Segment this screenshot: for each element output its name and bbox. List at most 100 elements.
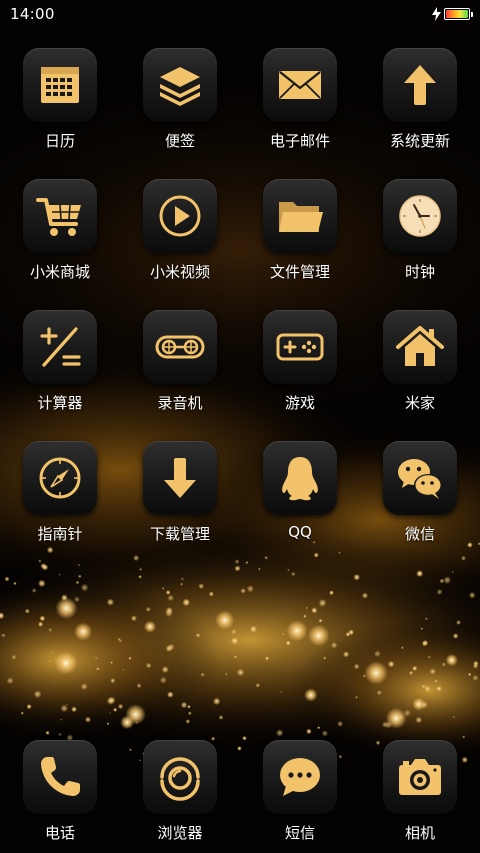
wallpaper-flare	[364, 661, 389, 685]
app-label: 指南针	[37, 525, 83, 543]
wallpaper-sparkle	[353, 573, 361, 581]
wallpaper-sparkle	[110, 678, 116, 684]
wallpaper-sparkle	[80, 683, 88, 690]
dock-browser[interactable]: 浏览器	[120, 740, 240, 843]
download-arrow-icon	[164, 458, 196, 498]
wallpaper-flare	[445, 654, 458, 667]
wallpaper-sparkle	[285, 640, 291, 646]
home-icon	[396, 326, 444, 366]
calculator-icon	[40, 327, 81, 367]
app-label: 便签	[164, 132, 195, 150]
wallpaper-sparkle	[159, 676, 167, 684]
app-row-4: 指南针 下载管理 QQ 微信	[0, 441, 480, 572]
wallpaper-sparkle	[187, 711, 192, 716]
wallpaper-sparkle	[130, 615, 137, 622]
wallpaper-sparkle	[276, 729, 284, 737]
app-file-manager[interactable]: 文件管理	[240, 179, 360, 310]
app-mi-home[interactable]: 米家	[360, 310, 480, 441]
wallpaper-sparkle	[353, 663, 360, 670]
app-tile[interactable]	[263, 48, 337, 122]
app-label: 浏览器	[157, 824, 203, 842]
app-tile[interactable]	[143, 179, 217, 253]
arrow-up-icon	[404, 65, 436, 105]
app-tile[interactable]	[383, 310, 457, 384]
wallpaper-sparkle	[165, 590, 171, 595]
app-mi-store[interactable]: 小米商城	[0, 179, 120, 310]
dock-phone[interactable]: 电话	[0, 740, 120, 843]
app-tile[interactable]	[383, 441, 457, 515]
app-row-2: 小米商城 小米视频 文件管理 时钟	[0, 179, 480, 310]
wallpaper-sparkle	[167, 594, 174, 602]
app-calculator[interactable]: 计算器	[0, 310, 120, 441]
wallpaper-sparkle	[48, 627, 53, 632]
app-email[interactable]: 电子邮件	[240, 48, 360, 179]
wallpaper-sparkle	[452, 633, 459, 639]
wallpaper-sparkle	[317, 726, 321, 730]
app-tile[interactable]	[263, 179, 337, 253]
wallpaper-sparkle	[113, 707, 118, 712]
wallpaper-sparkle	[58, 732, 62, 737]
wallpaper-sparkle	[282, 633, 285, 636]
chat-bubbles-icon	[398, 459, 442, 499]
folder-icon	[279, 202, 323, 232]
app-tile[interactable]	[143, 740, 217, 814]
wallpaper-sparkle	[37, 621, 44, 627]
app-games[interactable]: 游戏	[240, 310, 360, 441]
wallpaper-sparkle	[167, 691, 174, 698]
app-tile[interactable]	[143, 441, 217, 515]
wallpaper-sparkle	[291, 571, 296, 577]
app-tile[interactable]	[143, 310, 217, 384]
compass-icon	[39, 457, 81, 499]
app-tile[interactable]	[263, 441, 337, 515]
wallpaper-sparkle	[117, 703, 124, 710]
app-clock[interactable]: 时钟	[360, 179, 480, 310]
wallpaper-sparkle	[429, 668, 436, 675]
dock-messages[interactable]: 短信	[240, 740, 360, 843]
wallpaper-sparkle	[311, 607, 318, 614]
camera-icon	[399, 759, 441, 795]
app-mi-video[interactable]: 小米视频	[120, 179, 240, 310]
wallpaper-flare	[304, 688, 318, 702]
app-label: 微信	[404, 525, 435, 543]
app-calendar[interactable]: 日历	[0, 48, 120, 179]
app-tile[interactable]	[23, 441, 97, 515]
wallpaper-sparkle	[71, 706, 77, 713]
app-tile[interactable]	[263, 740, 337, 814]
wallpaper-sparkle	[472, 674, 479, 681]
wallpaper-sparkle	[355, 696, 358, 699]
app-tile[interactable]	[143, 48, 217, 122]
app-compass[interactable]: 指南针	[0, 441, 120, 572]
wallpaper-sparkle	[303, 614, 307, 618]
app-system-update[interactable]: 系统更新	[360, 48, 480, 179]
app-downloads[interactable]: 下载管理	[120, 441, 240, 572]
app-wechat[interactable]: 微信	[360, 441, 480, 572]
app-tile[interactable]	[263, 310, 337, 384]
wallpaper-sparkle	[26, 704, 32, 710]
wallpaper-sparkle	[110, 661, 113, 664]
dock-camera[interactable]: 相机	[360, 740, 480, 843]
app-tile[interactable]	[23, 740, 97, 814]
app-tile[interactable]	[383, 179, 457, 253]
wallpaper-sparkle	[180, 701, 188, 709]
wallpaper-sparkle	[240, 588, 246, 594]
wallpaper-sparkle	[306, 728, 312, 735]
wallpaper-sparkle	[376, 689, 382, 696]
app-tile[interactable]	[383, 48, 457, 122]
wallpaper-sparkle	[45, 730, 50, 735]
app-tile[interactable]	[23, 310, 97, 384]
app-label: 录音机	[157, 394, 203, 412]
app-tile[interactable]	[23, 179, 97, 253]
app-qq[interactable]: QQ	[240, 441, 360, 572]
app-tile[interactable]	[23, 48, 97, 122]
app-tile[interactable]	[383, 740, 457, 814]
wallpaper-sparkle	[13, 581, 17, 586]
wallpaper-sparkle	[318, 618, 323, 623]
wallpaper-sparkle	[230, 637, 239, 645]
app-recorder[interactable]: 录音机	[120, 310, 240, 441]
app-notes[interactable]: 便签	[120, 48, 240, 179]
wallpaper-flare	[144, 620, 156, 633]
wallpaper-sparkle	[58, 573, 61, 576]
wallpaper-sparkle	[106, 697, 115, 705]
wallpaper-sparkle	[420, 627, 423, 630]
wallpaper-sparkle	[453, 715, 456, 719]
